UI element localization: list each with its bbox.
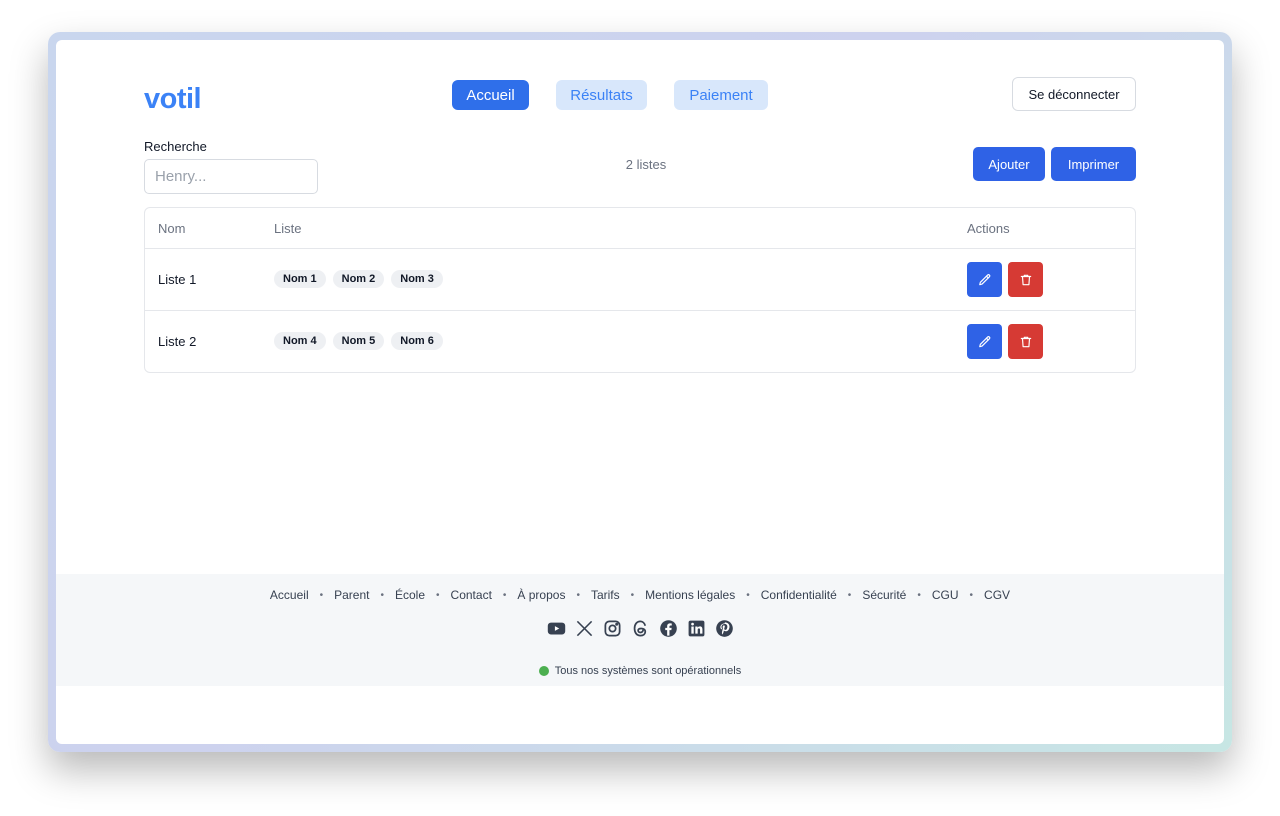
logo[interactable]: votil [144, 83, 202, 116]
x-icon[interactable] [575, 619, 594, 638]
footer: Accueil • Parent • École • Contact • À p… [56, 574, 1224, 686]
table-row: Liste 2 Nom 4 Nom 5 Nom 6 [145, 311, 1135, 372]
column-header-liste: Liste [274, 221, 302, 236]
footer-link-contact[interactable]: Contact [451, 588, 492, 602]
footer-link-cgv[interactable]: CGV [984, 588, 1010, 602]
table-header: Nom Liste Actions [145, 208, 1135, 249]
member-chip: Nom 5 [332, 332, 385, 350]
member-chips: Nom 4 Nom 5 Nom 6 [274, 332, 443, 350]
member-chip: Nom 4 [274, 332, 326, 350]
status-indicator [538, 666, 549, 676]
edit-button[interactable] [967, 262, 1002, 297]
linkedin-icon[interactable] [687, 619, 706, 638]
table-row: Liste 1 Nom 1 Nom 2 Nom 3 [145, 249, 1135, 311]
separator-dot: • [576, 589, 580, 601]
row-name: Liste 2 [158, 334, 197, 349]
separator-dot: • [917, 589, 921, 601]
footer-link-confidentialite[interactable]: Confidentialité [761, 588, 837, 602]
search-label: Recherche [144, 139, 207, 154]
delete-button[interactable] [1008, 324, 1043, 359]
separator-dot: • [630, 589, 635, 601]
separator-dot: • [847, 589, 852, 601]
nav-accueil[interactable]: Accueil [452, 80, 529, 110]
edit-button[interactable] [967, 324, 1002, 359]
separator-dot: • [746, 589, 750, 601]
app-window: votil Accueil Résultats Paiement Se déco… [56, 40, 1224, 744]
facebook-icon[interactable] [659, 619, 678, 638]
column-header-nom: Nom [158, 221, 186, 236]
nav-paiement[interactable]: Paiement [674, 80, 768, 110]
lists-table: Nom Liste Actions Liste 1 Nom 1 Nom 2 No… [144, 207, 1136, 373]
separator-dot: • [436, 589, 440, 601]
column-header-actions: Actions [967, 221, 1010, 236]
footer-link-mentions-legales[interactable]: Mentions légales [645, 588, 735, 602]
footer-link-cgu[interactable]: CGU [932, 588, 959, 602]
pencil-icon [978, 335, 990, 347]
pencil-icon [978, 273, 990, 285]
instagram-icon[interactable] [603, 619, 622, 638]
separator-dot: • [319, 589, 324, 601]
logout-button[interactable]: Se déconnecter [1012, 77, 1136, 111]
separator-dot: • [380, 589, 384, 601]
trash-icon [1020, 274, 1031, 285]
member-chip: Nom 2 [332, 270, 385, 288]
footer-link-a-propos[interactable]: À propos [517, 588, 565, 602]
social-links [56, 619, 1224, 638]
delete-button[interactable] [1008, 262, 1043, 297]
search-input[interactable] [144, 159, 318, 194]
separator-dot: • [969, 589, 974, 601]
row-name: Liste 1 [158, 272, 197, 287]
member-chip: Nom 3 [391, 270, 443, 288]
separator-dot: • [502, 589, 507, 601]
member-chip: Nom 1 [274, 270, 326, 288]
footer-link-securite[interactable]: Sécurité [862, 588, 906, 602]
print-button[interactable]: Imprimer [1051, 147, 1136, 181]
pinterest-icon[interactable] [715, 619, 734, 638]
status-text: Tous nos systèmes sont opérationnels [554, 665, 742, 677]
footer-link-parent[interactable]: Parent [334, 588, 369, 602]
member-chip: Nom 6 [391, 332, 443, 350]
youtube-icon[interactable] [547, 619, 566, 638]
list-count: 2 listes [625, 157, 667, 172]
trash-icon [1020, 336, 1031, 347]
window-frame: votil Accueil Résultats Paiement Se déco… [48, 32, 1232, 752]
threads-icon[interactable] [631, 619, 650, 638]
add-button[interactable]: Ajouter [973, 147, 1045, 181]
footer-link-accueil[interactable]: Accueil [270, 588, 309, 602]
footer-link-ecole[interactable]: École [395, 588, 425, 602]
footer-link-tarifs[interactable]: Tarifs [591, 588, 620, 602]
nav-resultats[interactable]: Résultats [556, 80, 647, 110]
member-chips: Nom 1 Nom 2 Nom 3 [274, 270, 443, 288]
footer-links: Accueil • Parent • École • Contact • À p… [56, 588, 1224, 602]
system-status: Tous nos systèmes sont opérationnels [56, 665, 1224, 677]
